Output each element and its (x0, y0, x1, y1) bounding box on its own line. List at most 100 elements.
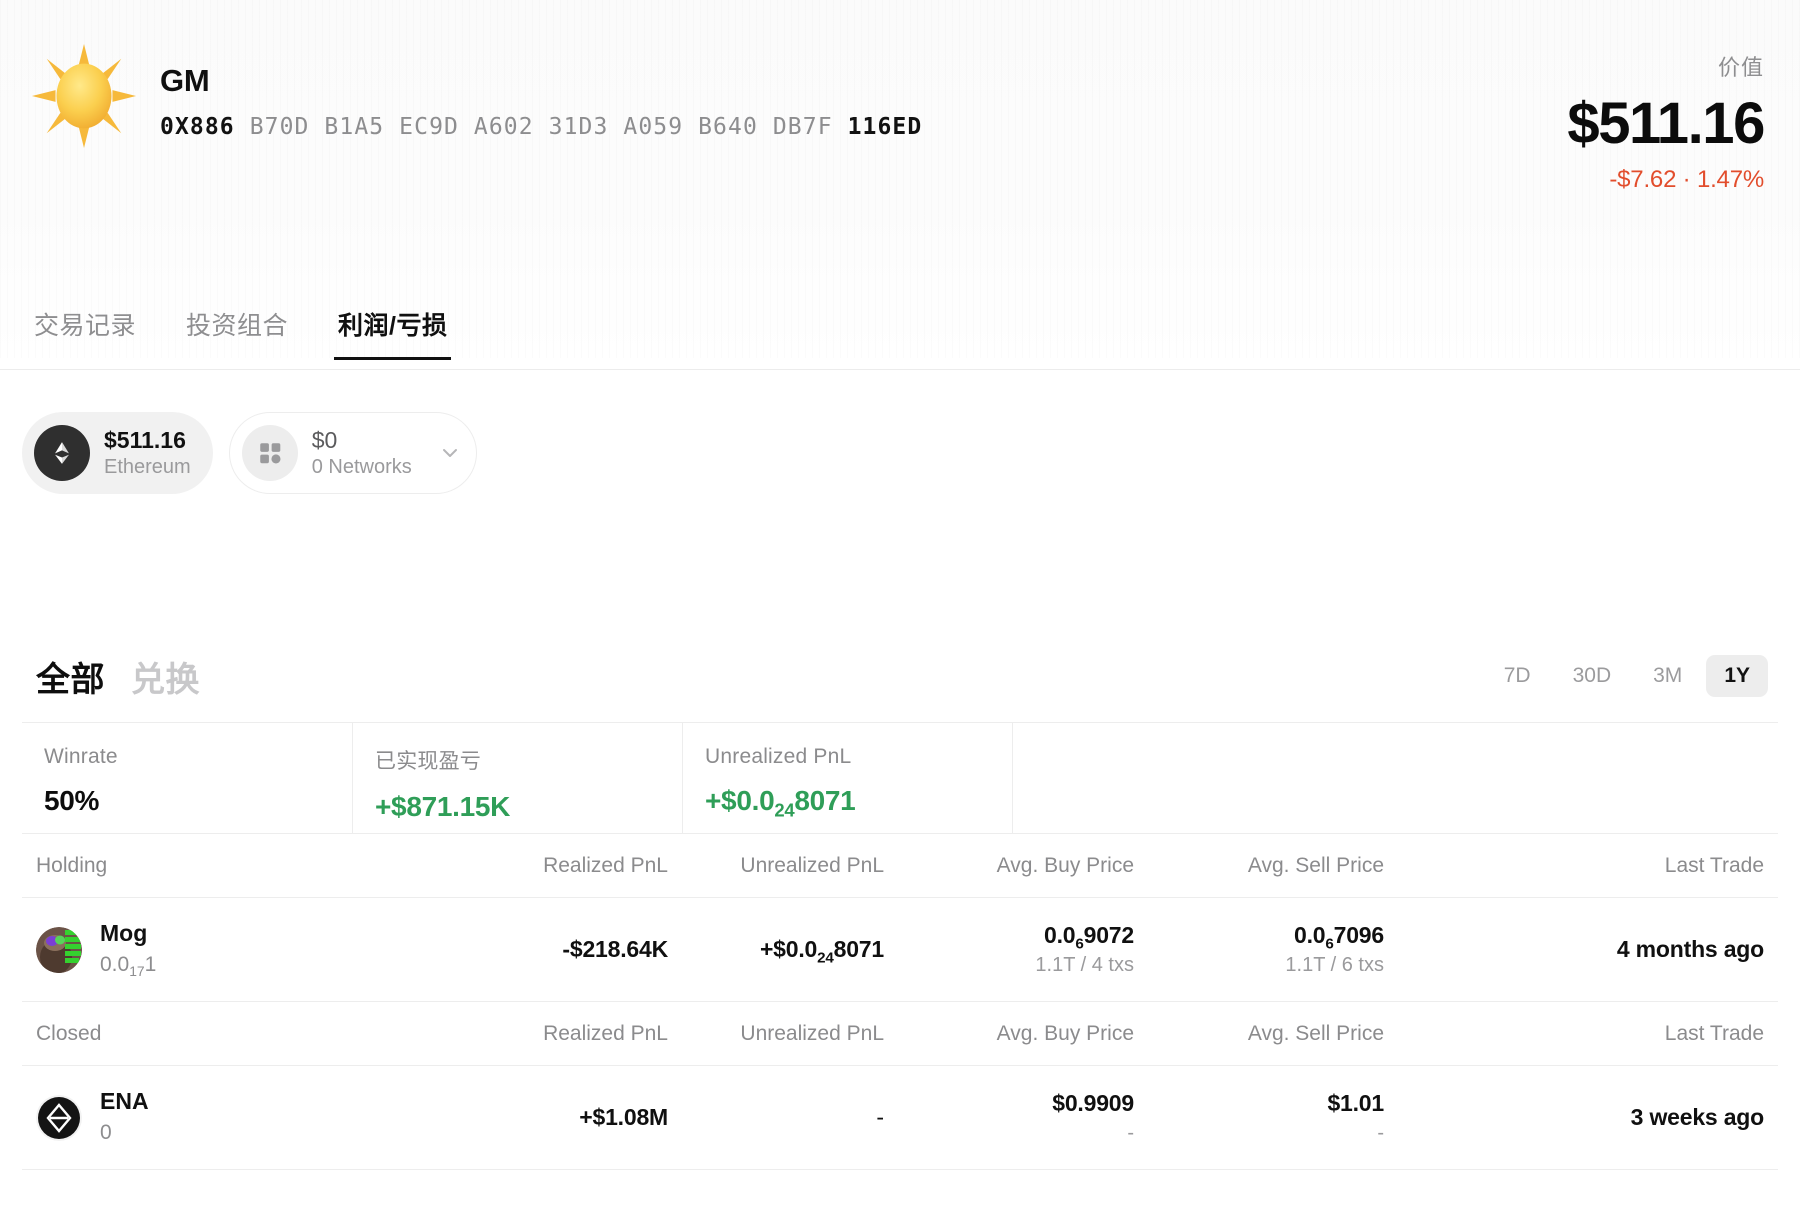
token-info: Mog 0.0171 (36, 920, 156, 980)
last-trade-value: 3 weeks ago (1384, 1104, 1764, 1131)
unrealized-pnl-cell: - (668, 1104, 884, 1131)
col-holding: Holding (22, 854, 452, 878)
stat-unrealized-pnl: Unrealized PnL +$0.0248071 (682, 723, 1012, 833)
avg-buy-price-value: 0.069072 (884, 922, 1134, 949)
pnl-table: Holding Realized PnL Unrealized PnL Avg.… (22, 834, 1778, 1170)
chain-selector: $511.16 Ethereum $0 0 Networks (22, 412, 477, 494)
value-label: 价值 (1567, 50, 1764, 82)
col-avg-sell-price: Avg. Sell Price (1134, 1022, 1384, 1046)
col-unrealized-pnl: Unrealized PnL (668, 1022, 884, 1046)
token-text: Mog 0.0171 (100, 920, 156, 980)
last-trade-cell: 3 weeks ago (1384, 1104, 1778, 1131)
avg-buy-volume: 1.1T / 4 txs (884, 954, 1134, 977)
tab-transactions[interactable]: 交易记录 (30, 300, 140, 360)
sun-icon (30, 42, 138, 150)
portfolio-value: 价值 $511.16 -$7.62 · 1.47% (1567, 50, 1764, 194)
stat-empty (1012, 723, 1778, 833)
pnl-page: GM 0X886 B70D B1A5 EC9D A602 31D3 A059 B… (0, 0, 1800, 1214)
holding-cell: ENA 0 (22, 1088, 452, 1148)
avg-sell-volume: 1.1T / 6 txs (1134, 954, 1384, 977)
token-text: ENA 0 (100, 1088, 149, 1148)
avg-buy-price-cell: $0.9909 - (884, 1090, 1134, 1145)
filter-all[interactable]: 全部 (36, 652, 105, 701)
value-delta: -$7.62 · 1.47% (1567, 166, 1764, 194)
col-avg-buy-price: Avg. Buy Price (884, 854, 1134, 878)
table-row[interactable]: ENA 0 +$1.08M - $0.9909 - $1.01 - 3 week… (22, 1066, 1778, 1170)
networks-pill-text: $0 0 Networks (312, 426, 412, 479)
holding-cell: Mog 0.0171 (22, 920, 452, 980)
col-avg-sell-price: Avg. Sell Price (1134, 854, 1384, 878)
range-3m[interactable]: 3M (1635, 655, 1700, 697)
last-trade-value: 4 months ago (1384, 936, 1764, 963)
col-last-trade: Last Trade (1384, 1022, 1778, 1046)
stat-label: 已实现盈亏 (375, 745, 682, 775)
col-realized-pnl: Realized PnL (452, 854, 668, 878)
main-tabs: 交易记录 投资组合 利润/亏损 (0, 300, 1800, 370)
avg-sell-price-value: 0.067096 (1134, 922, 1384, 949)
realized-pnl-value: +$1.08M (452, 1104, 668, 1131)
stats-summary: Winrate 50% 已实现盈亏 +$871.15K Unrealized P… (22, 722, 1778, 834)
networks-grid-icon (242, 425, 298, 481)
stat-realized-pnl: 已实现盈亏 +$871.15K (352, 723, 682, 833)
stat-value: +$0.0248071 (705, 785, 1012, 817)
ena-logo-icon (36, 1095, 82, 1141)
tab-portfolio[interactable]: 投资组合 (182, 300, 292, 360)
unrealized-pnl-value: - (668, 1104, 884, 1131)
chain-pill-networks[interactable]: $0 0 Networks (229, 412, 477, 494)
avg-sell-price-cell: $1.01 - (1134, 1090, 1384, 1145)
last-trade-cell: 4 months ago (1384, 936, 1778, 963)
wallet-address[interactable]: 0X886 B70D B1A5 EC9D A602 31D3 A059 B640… (160, 114, 922, 140)
filter-swap[interactable]: 兑换 (131, 652, 200, 701)
value-amount: $511.16 (1567, 92, 1764, 157)
filter-options: 全部 兑换 (36, 652, 200, 701)
token-quantity: 0.0171 (100, 951, 156, 979)
realized-pnl-value: -$218.64K (452, 936, 668, 963)
col-last-trade: Last Trade (1384, 854, 1778, 878)
ethereum-icon (34, 425, 90, 481)
account-identity: GM 0X886 B70D B1A5 EC9D A602 31D3 A059 B… (30, 40, 922, 150)
token-name: Mog (100, 920, 156, 948)
stat-label: Unrealized PnL (705, 745, 1012, 769)
stat-label: Winrate (44, 745, 352, 769)
token-info: ENA 0 (36, 1088, 149, 1148)
chevron-down-icon[interactable] (438, 441, 462, 465)
address-middle: B70D B1A5 EC9D A602 31D3 A059 B640 DB7F (235, 114, 848, 140)
time-range-group: 7D 30D 3M 1Y (1486, 655, 1768, 697)
mog-avatar (36, 927, 82, 973)
account-text: GM 0X886 B70D B1A5 EC9D A602 31D3 A059 B… (160, 40, 922, 140)
avg-sell-volume: - (1134, 1122, 1384, 1145)
table-header-holding: Holding Realized PnL Unrealized PnL Avg.… (22, 834, 1778, 898)
avg-buy-price-value: $0.9909 (884, 1090, 1134, 1117)
unrealized-pnl-cell: +$0.0248071 (668, 936, 884, 963)
range-7d[interactable]: 7D (1486, 655, 1549, 697)
avg-sell-price-value: $1.01 (1134, 1090, 1384, 1117)
chain-amount: $511.16 (104, 426, 191, 454)
token-quantity: 0 (100, 1119, 149, 1147)
tab-pnl[interactable]: 利润/亏损 (334, 300, 451, 360)
table-header-closed: Closed Realized PnL Unrealized PnL Avg. … (22, 1002, 1778, 1066)
stat-value: +$871.15K (375, 791, 682, 823)
chain-pill-ethereum[interactable]: $511.16 Ethereum (22, 412, 213, 494)
address-suffix: 116ED (848, 114, 923, 140)
filter-bar: 全部 兑换 7D 30D 3M 1Y (0, 640, 1800, 712)
realized-pnl-cell: -$218.64K (452, 936, 668, 963)
col-closed: Closed (22, 1022, 452, 1046)
account-header: GM 0X886 B70D B1A5 EC9D A602 31D3 A059 B… (0, 0, 1800, 358)
networks-count: 0 Networks (312, 455, 412, 480)
range-1y[interactable]: 1Y (1706, 655, 1768, 697)
avg-buy-volume: - (884, 1122, 1134, 1145)
chain-pill-text: $511.16 Ethereum (104, 426, 191, 479)
range-30d[interactable]: 30D (1555, 655, 1630, 697)
col-realized-pnl: Realized PnL (452, 1022, 668, 1046)
token-name: ENA (100, 1088, 149, 1116)
address-prefix: 0X886 (160, 114, 235, 140)
col-unrealized-pnl: Unrealized PnL (668, 854, 884, 878)
stat-winrate: Winrate 50% (22, 723, 352, 833)
chain-name: Ethereum (104, 455, 191, 480)
avg-buy-price-cell: 0.069072 1.1T / 4 txs (884, 922, 1134, 977)
col-avg-buy-price: Avg. Buy Price (884, 1022, 1134, 1046)
table-row[interactable]: Mog 0.0171 -$218.64K +$0.0248071 0.06907… (22, 898, 1778, 1002)
networks-amount: $0 (312, 426, 412, 454)
unrealized-pnl-value: +$0.0248071 (668, 936, 884, 963)
page-title: GM (160, 64, 922, 98)
